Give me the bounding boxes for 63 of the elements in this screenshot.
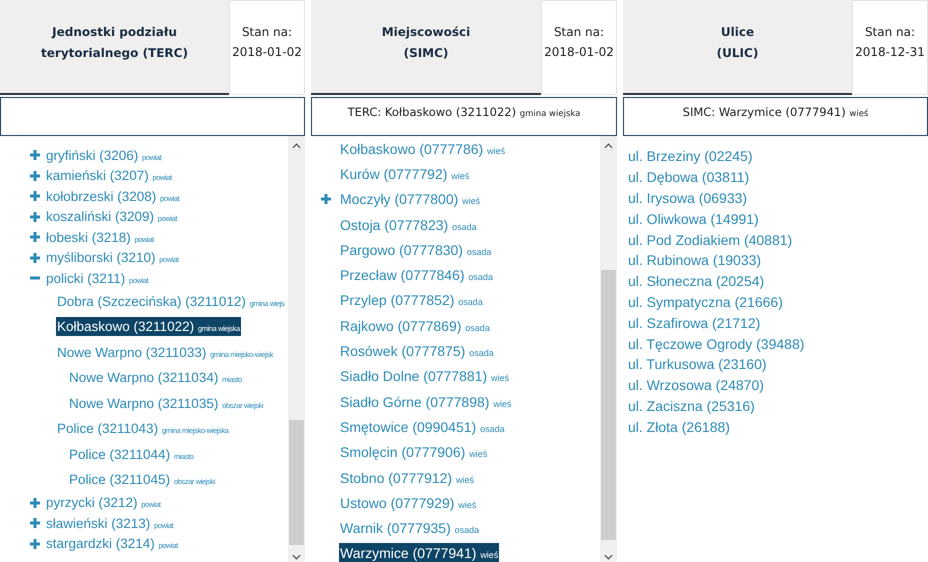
street-link[interactable]: ul. Sympatyczna (21666) — [628, 294, 783, 310]
list-item[interactable]: Smętowice (0990451) osada — [339, 416, 506, 437]
list-item[interactable]: Ostoja (0777823) osada — [339, 214, 478, 235]
list-item[interactable]: Kurów (0777792) wieś — [339, 164, 470, 184]
list-item[interactable]: Warnik (0777935) osada — [339, 518, 480, 538]
date-value: 2018-01-02 — [544, 45, 614, 59]
date-label: Stan na: — [242, 25, 292, 39]
plus-icon[interactable] — [30, 498, 40, 508]
plus-icon[interactable] — [30, 150, 40, 160]
scrollbar[interactable] — [288, 136, 305, 562]
street-link[interactable]: ul. Złota (26188) — [628, 418, 730, 435]
street-link[interactable]: ul. Wrzosowa (24870) — [628, 377, 764, 394]
list-item[interactable]: Ustowo (0777929) wieś — [339, 492, 478, 513]
plus-icon[interactable] — [30, 170, 40, 181]
list-item[interactable]: Rajkowo (0777869) osada — [339, 316, 491, 336]
context-label: SIMC: Warzymice (0777941) wieś — [682, 105, 868, 119]
list-item[interactable]: Smolęcin (0777906) wieś — [339, 442, 488, 462]
panel-title: Ulice — [720, 24, 754, 41]
street-link[interactable]: ul. Zaciszna (25316) — [628, 398, 755, 414]
street-link[interactable]: ul. Pod Zodiakiem (40881) — [628, 232, 792, 248]
plus-icon[interactable] — [30, 252, 40, 263]
list-item[interactable]: Siadło Dolne (0777881) wieś — [339, 366, 510, 386]
list-item[interactable]: Moczyły (0777800) wieś — [339, 189, 482, 210]
plus-icon[interactable] — [30, 212, 40, 222]
street-link[interactable]: ul. Turkusowa (23160) — [628, 356, 767, 372]
date-value: 2018-12-31 — [855, 45, 925, 59]
scroll-up-icon[interactable] — [604, 143, 613, 149]
list-item[interactable]: Przylep (0777852) osada — [339, 290, 484, 310]
plus-icon[interactable] — [30, 232, 40, 242]
street-link[interactable]: ul. Tęczowe Ogrody (39488) — [628, 336, 804, 352]
scroll-down-icon[interactable] — [604, 554, 613, 560]
panel-title: Jednostki podziału — [52, 24, 177, 41]
panel-title: Miejscowości — [382, 24, 470, 41]
street-link[interactable]: ul. Oliwkowa (14991) — [628, 210, 759, 227]
list-item[interactable]: Przecław (0777846) osada — [339, 265, 494, 286]
panel-title: terytorialnego (TERC) — [41, 45, 188, 62]
date-label: Stan na: — [554, 25, 604, 39]
scrollbar-thumb[interactable] — [601, 270, 616, 540]
street-link[interactable]: ul. Dębowa (03811) — [628, 169, 750, 186]
plus-icon[interactable] — [321, 194, 331, 204]
date-label: Stan na: — [864, 25, 916, 39]
scroll-up-icon[interactable] — [292, 143, 301, 149]
list-item[interactable]: Siadło Górne (0777898) wieś — [339, 392, 512, 412]
street-link[interactable]: ul. Słoneczna (20254) — [628, 273, 764, 290]
plus-icon[interactable] — [30, 191, 40, 202]
scrollbar[interactable] — [600, 136, 617, 562]
street-link[interactable]: ul. Szafirowa (21712) — [628, 314, 760, 331]
date-value: 2018-01-02 — [232, 45, 302, 59]
list-item[interactable]: Kołbaskowo (0777786) wieś — [339, 138, 506, 159]
panel-title: (ULIC) — [716, 45, 758, 62]
street-link[interactable]: ul. Irysowa (06933) — [628, 190, 748, 206]
context-label: TERC: Kołbaskowo (3211022) gmina wiejska — [348, 105, 580, 119]
plus-icon[interactable] — [30, 538, 40, 549]
street-link[interactable]: ul. Brzeziny (02245) — [628, 148, 753, 164]
scrollbar-thumb[interactable] — [289, 420, 304, 545]
panel-title: (SIMC) — [404, 45, 448, 62]
list-item[interactable]: Rosówek (0777875) osada — [339, 341, 495, 362]
list-item[interactable]: Pargowo (0777830) osada — [339, 240, 492, 260]
list-item[interactable]: Stobno (0777912) wieś — [339, 468, 475, 488]
list-item[interactable]: Warzymice (0777941) wieś — [339, 543, 500, 562]
plus-icon[interactable] — [30, 518, 40, 528]
street-link[interactable]: ul. Rubinowa (19033) — [628, 252, 762, 268]
scroll-down-icon[interactable] — [292, 554, 301, 560]
